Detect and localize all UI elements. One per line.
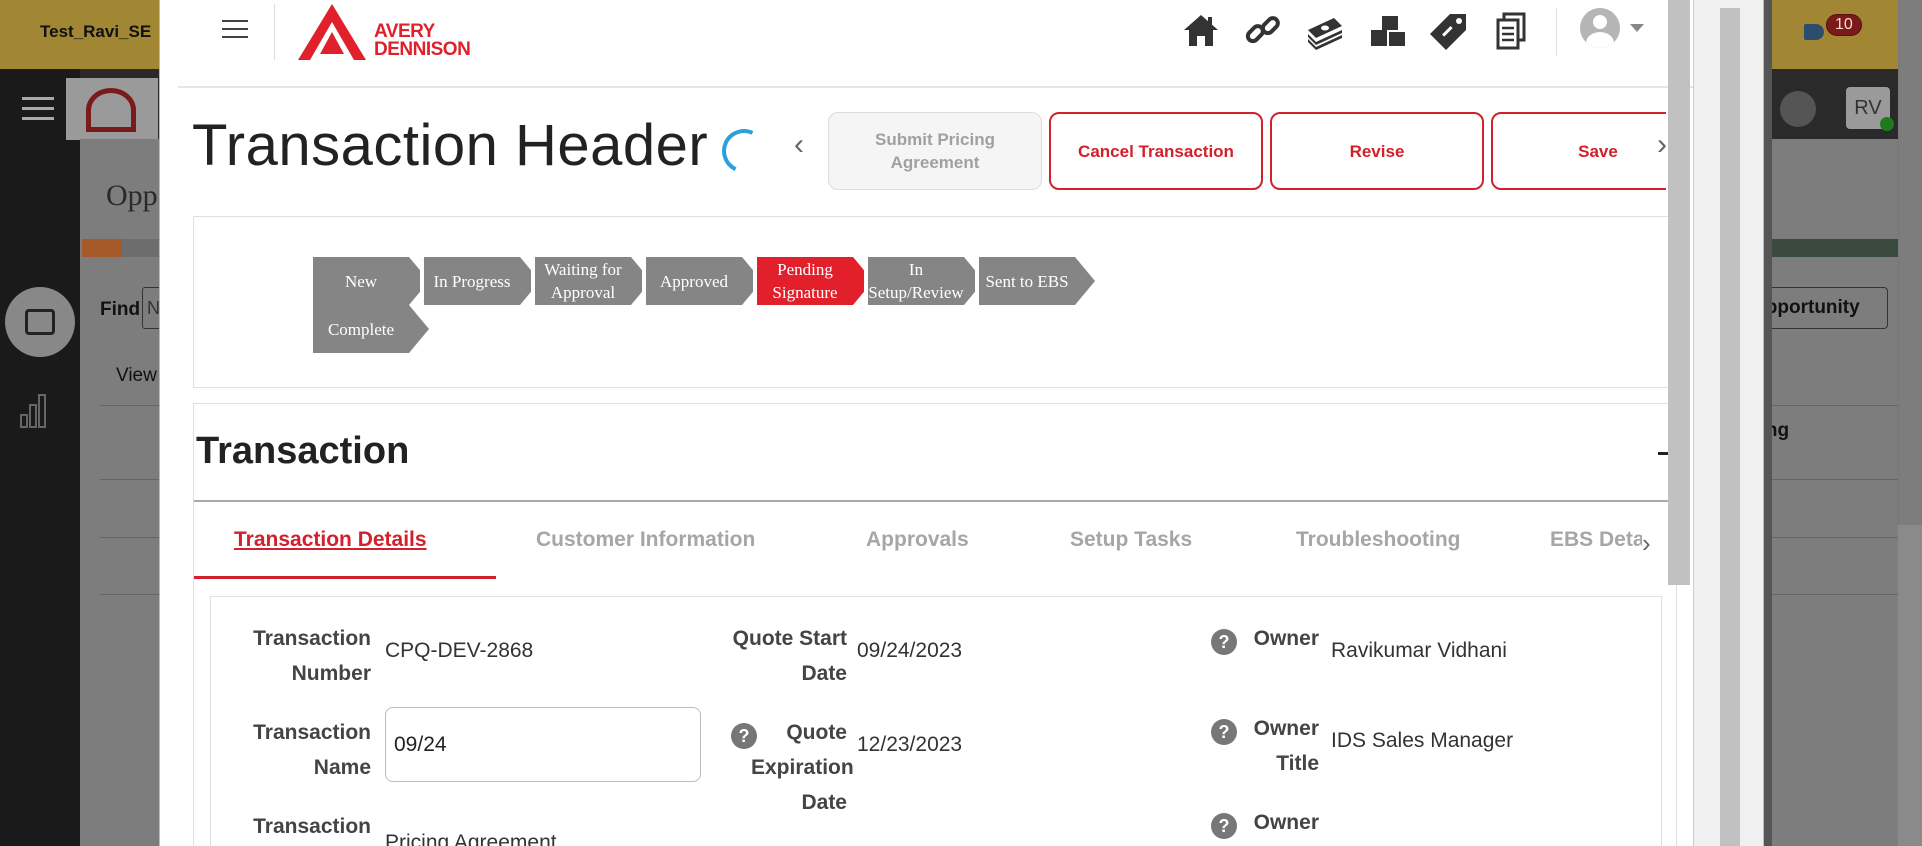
- tab-overflow-clip: EBS Details: [1550, 522, 1642, 562]
- find-label: Find: [100, 299, 141, 320]
- transaction-type-value: Pricing Agreement: [385, 831, 557, 846]
- quote-expiration-date-value: 12/23/2023: [857, 733, 963, 756]
- save-button-clip: Save: [1486, 104, 1666, 196]
- status-step-label: Approved: [660, 271, 728, 291]
- page-scrollbar[interactable]: [1898, 0, 1922, 846]
- owner-label: Owner: [1253, 627, 1319, 650]
- status-step-arrow: [409, 305, 429, 353]
- transaction-name-input[interactable]: [385, 707, 701, 782]
- loading-spinner-icon: [715, 122, 773, 180]
- modal-scrollbar-track[interactable]: [1720, 8, 1740, 846]
- online-status-icon: [1880, 117, 1894, 131]
- modal-scrollbar-thumb[interactable]: [1668, 0, 1690, 585]
- notification-badge: 10: [1826, 14, 1862, 36]
- avery-dennison-logo[interactable]: AVERY DENNISON: [292, 0, 482, 64]
- tabs-next-arrow-icon[interactable]: ›: [1642, 528, 1651, 559]
- background-logo: [66, 78, 158, 140]
- cancel-transaction-button[interactable]: Cancel Transaction: [1049, 112, 1263, 190]
- tab-setup-tasks[interactable]: Setup Tasks: [1070, 528, 1192, 552]
- menu-icon[interactable]: [222, 20, 248, 44]
- logo-mark-icon: [298, 4, 366, 60]
- boxes-icon[interactable]: [1366, 10, 1408, 52]
- page-scrollbar-thumb[interactable]: [1898, 0, 1922, 525]
- status-step-label: New: [344, 271, 378, 291]
- link-icon[interactable]: [1242, 10, 1284, 52]
- save-button[interactable]: Save: [1491, 112, 1666, 190]
- owner-title-value: IDS Sales Manager: [1331, 729, 1514, 752]
- transaction-number-value: CPQ-DEV-2868: [385, 639, 534, 662]
- tab-transaction-details[interactable]: Transaction Details: [234, 528, 427, 552]
- submit-pricing-agreement-button[interactable]: Submit Pricing Agreement: [828, 112, 1042, 190]
- transaction-section: Transaction Transaction Details Customer…: [193, 403, 1680, 846]
- documents-icon[interactable]: [1490, 10, 1532, 52]
- owner-extra-label: Owner: [1253, 811, 1319, 834]
- user-avatar-icon[interactable]: [1580, 8, 1620, 48]
- status-step-sent-to-ebs: Sent to EBS: [979, 257, 1075, 305]
- status-step-waiting-for-approval: Waiting for Approval: [535, 257, 631, 305]
- section-title: Transaction: [196, 430, 410, 472]
- page-title: Transaction Header: [192, 113, 709, 178]
- chart-icon: [20, 394, 47, 428]
- help-icon[interactable]: ?: [1211, 629, 1237, 655]
- modal-scrollbar[interactable]: [1668, 0, 1763, 846]
- status-step-label: Sent to EBS: [985, 271, 1069, 291]
- view-label: View: [116, 365, 157, 386]
- transaction-modal: AVERY DENNISON Transaction Header ‹ Subm…: [159, 0, 1764, 846]
- background-heading: Opp: [106, 179, 158, 212]
- tab-troubleshooting[interactable]: Troubleshooting: [1296, 528, 1460, 552]
- background-user-name: Test_Ravi_SE: [40, 22, 152, 41]
- caret-down-icon[interactable]: [1630, 24, 1644, 32]
- section-divider: [194, 500, 1678, 502]
- status-step-new: New: [313, 257, 409, 305]
- quote-expiration-date-label: Quote Expiration Date: [751, 721, 854, 814]
- revise-button[interactable]: Revise: [1270, 112, 1484, 190]
- status-step-label: In Setup/Review: [868, 260, 964, 302]
- status-step-label: Waiting for Approval: [544, 260, 622, 302]
- status-step-approved: Approved: [646, 257, 742, 305]
- help-icon[interactable]: ?: [1211, 813, 1237, 839]
- quote-start-date-value: 09/24/2023: [857, 639, 963, 662]
- header-divider: [1556, 8, 1557, 56]
- quote-start-date-label: Quote Start Date: [732, 627, 847, 685]
- home-icon[interactable]: [1180, 10, 1222, 52]
- transaction-name-label: Transaction Name: [253, 721, 371, 779]
- megaphone-icon: [1804, 24, 1824, 40]
- owner-value: Ravikumar Vidhani: [1331, 639, 1507, 662]
- status-step-arrow: [1075, 257, 1095, 305]
- toolbox-icon: [5, 287, 75, 357]
- tab-ebs-details[interactable]: EBS Details: [1550, 528, 1642, 552]
- status-step-label: Complete: [327, 319, 395, 339]
- status-step-in-progress: In Progress: [424, 257, 520, 305]
- modal-shadow: [1764, 0, 1772, 846]
- status-step-complete: Complete: [313, 305, 409, 353]
- transaction-details-panel: Transaction Number CPQ-DEV-2868 Transact…: [210, 596, 1662, 846]
- hamburger-icon: [22, 97, 54, 127]
- inner-header: AVERY DENNISON: [178, 0, 1694, 88]
- owner-title-label: Owner Title: [1253, 717, 1319, 775]
- tab-customer-information[interactable]: Customer Information: [536, 528, 755, 552]
- actions-prev-arrow-icon[interactable]: ‹: [784, 130, 814, 164]
- status-step-pending-signature: Pending Signature: [757, 257, 853, 305]
- list-icon: [1780, 91, 1816, 127]
- status-step-in-setup-review: In Setup/Review: [868, 257, 964, 305]
- header-divider: [274, 4, 275, 60]
- transaction-number-label: Transaction Number: [253, 627, 371, 685]
- tag-icon[interactable]: [1428, 10, 1470, 52]
- transaction-type-label: Transaction: [253, 815, 371, 838]
- active-tab-indicator: [194, 576, 496, 579]
- status-step-label: In Progress: [433, 271, 511, 291]
- brand-line2: DENNISON: [374, 39, 471, 60]
- background-left-nav: [0, 69, 80, 846]
- status-step-label: Pending Signature: [772, 260, 838, 302]
- money-icon[interactable]: [1304, 10, 1346, 52]
- help-icon[interactable]: ?: [1211, 719, 1237, 745]
- status-flow: New In Progress Waiting for Approval App…: [193, 216, 1677, 388]
- tab-approvals[interactable]: Approvals: [866, 528, 969, 552]
